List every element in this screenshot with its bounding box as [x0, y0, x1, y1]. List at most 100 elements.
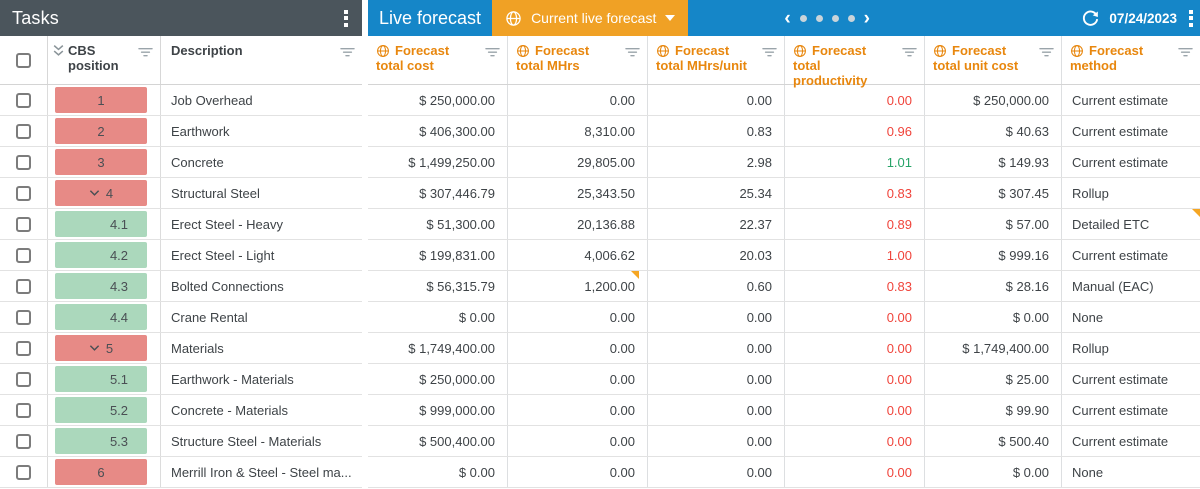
forecast-total-productivity-cell[interactable]: 0.89: [785, 209, 925, 239]
filter-icon[interactable]: [625, 46, 640, 61]
forecast-total-productivity-cell[interactable]: 0.00: [785, 426, 925, 456]
column-header-description[interactable]: Description: [161, 36, 362, 84]
forecast-total-productivity-cell[interactable]: 0.00: [785, 395, 925, 425]
forecast-method-cell[interactable]: Manual (EAC): [1062, 271, 1200, 301]
page-dot[interactable]: [832, 15, 839, 22]
forecast-total-mhrs-unit-cell[interactable]: 0.00: [648, 364, 785, 394]
forecast-total-cost-cell[interactable]: $ 56,315.79: [368, 271, 508, 301]
page-dot[interactable]: [800, 15, 807, 22]
forecast-total-mhrs-unit-cell[interactable]: 0.00: [648, 302, 785, 332]
row-checkbox[interactable]: [16, 341, 31, 356]
forecast-total-unit-cost-cell[interactable]: $ 28.16: [925, 271, 1062, 301]
collapse-all-icon[interactable]: [52, 44, 65, 73]
task-description[interactable]: Crane Rental: [161, 302, 362, 332]
forecast-method-cell[interactable]: Current estimate: [1062, 116, 1200, 146]
forecast-total-productivity-cell[interactable]: 0.00: [785, 302, 925, 332]
task-description[interactable]: Structural Steel: [161, 178, 362, 208]
forecast-total-cost-cell[interactable]: $ 500,400.00: [368, 426, 508, 456]
column-header-forecast-total-unit-cost[interactable]: Forecast total unit cost: [925, 36, 1062, 84]
forecast-total-mhrs-unit-cell[interactable]: 25.34: [648, 178, 785, 208]
filter-icon[interactable]: [762, 46, 777, 61]
row-checkbox[interactable]: [16, 124, 31, 139]
forecast-total-productivity-cell[interactable]: 0.00: [785, 85, 925, 115]
column-header-forecast-method[interactable]: Forecast method: [1062, 36, 1200, 84]
forecast-total-unit-cost-cell[interactable]: $ 25.00: [925, 364, 1062, 394]
forecast-total-mhrs-cell[interactable]: 0.00: [508, 426, 648, 456]
next-page-arrow[interactable]: ›: [864, 9, 870, 28]
forecast-total-mhrs-cell[interactable]: 0.00: [508, 457, 648, 487]
forecast-total-cost-cell[interactable]: $ 0.00: [368, 457, 508, 487]
row-checkbox[interactable]: [16, 93, 31, 108]
task-description[interactable]: Erect Steel - Light: [161, 240, 362, 270]
forecast-total-unit-cost-cell[interactable]: $ 1,749,400.00: [925, 333, 1062, 363]
task-description[interactable]: Job Overhead: [161, 85, 362, 115]
row-checkbox[interactable]: [16, 279, 31, 294]
chevron-down-icon[interactable]: [89, 189, 100, 197]
forecast-total-mhrs-cell[interactable]: 1,200.00: [508, 271, 648, 301]
forecast-total-unit-cost-cell[interactable]: $ 0.00: [925, 302, 1062, 332]
cbs-badge[interactable]: 6: [55, 459, 147, 485]
filter-icon[interactable]: [902, 46, 917, 61]
row-checkbox[interactable]: [16, 155, 31, 170]
page-dot[interactable]: [848, 15, 855, 22]
forecast-total-cost-cell[interactable]: $ 1,749,400.00: [368, 333, 508, 363]
forecast-total-mhrs-unit-cell[interactable]: 0.00: [648, 85, 785, 115]
select-all-checkbox[interactable]: [16, 53, 31, 68]
forecast-total-cost-cell[interactable]: $ 1,499,250.00: [368, 147, 508, 177]
forecast-total-mhrs-unit-cell[interactable]: 0.00: [648, 457, 785, 487]
forecast-method-cell[interactable]: Current estimate: [1062, 85, 1200, 115]
cbs-badge[interactable]: 1: [55, 87, 147, 113]
forecast-total-unit-cost-cell[interactable]: $ 149.93: [925, 147, 1062, 177]
cbs-badge[interactable]: 5.2: [55, 397, 147, 423]
forecast-total-unit-cost-cell[interactable]: $ 307.45: [925, 178, 1062, 208]
task-description[interactable]: Bolted Connections: [161, 271, 362, 301]
forecast-total-mhrs-cell[interactable]: 0.00: [508, 333, 648, 363]
forecast-date[interactable]: 07/24/2023: [1109, 11, 1177, 26]
forecast-method-cell[interactable]: Rollup: [1062, 333, 1200, 363]
forecast-total-unit-cost-cell[interactable]: $ 250,000.00: [925, 85, 1062, 115]
forecast-total-unit-cost-cell[interactable]: $ 0.00: [925, 457, 1062, 487]
forecast-total-cost-cell[interactable]: $ 999,000.00: [368, 395, 508, 425]
task-description[interactable]: Concrete: [161, 147, 362, 177]
forecast-total-mhrs-cell[interactable]: 25,343.50: [508, 178, 648, 208]
forecast-total-cost-cell[interactable]: $ 250,000.00: [368, 85, 508, 115]
task-description[interactable]: Structure Steel - Materials: [161, 426, 362, 456]
forecast-method-cell[interactable]: Current estimate: [1062, 240, 1200, 270]
forecast-total-mhrs-unit-cell[interactable]: 0.00: [648, 426, 785, 456]
cbs-badge[interactable]: 5.1: [55, 366, 147, 392]
task-description[interactable]: Concrete - Materials: [161, 395, 362, 425]
cbs-badge[interactable]: 2: [55, 118, 147, 144]
forecast-total-unit-cost-cell[interactable]: $ 999.16: [925, 240, 1062, 270]
forecast-total-unit-cost-cell[interactable]: $ 99.90: [925, 395, 1062, 425]
cbs-badge[interactable]: 3: [55, 149, 147, 175]
task-description[interactable]: Earthwork: [161, 116, 362, 146]
task-description[interactable]: Merrill Iron & Steel - Steel ma...: [161, 457, 362, 487]
task-description[interactable]: Erect Steel - Heavy: [161, 209, 362, 239]
forecast-total-mhrs-unit-cell[interactable]: 0.60: [648, 271, 785, 301]
forecast-total-cost-cell[interactable]: $ 51,300.00: [368, 209, 508, 239]
cbs-badge[interactable]: 5.3: [55, 428, 147, 454]
row-checkbox[interactable]: [16, 403, 31, 418]
forecast-total-mhrs-cell[interactable]: 29,805.00: [508, 147, 648, 177]
forecast-total-productivity-cell[interactable]: 1.00: [785, 240, 925, 270]
refresh-icon[interactable]: [1082, 10, 1099, 27]
forecast-total-mhrs-cell[interactable]: 20,136.88: [508, 209, 648, 239]
forecast-method-cell[interactable]: Rollup: [1062, 178, 1200, 208]
page-dot[interactable]: [816, 15, 823, 22]
forecast-total-mhrs-cell[interactable]: 0.00: [508, 364, 648, 394]
cbs-badge[interactable]: 4.4: [55, 304, 147, 330]
filter-icon[interactable]: [340, 46, 355, 61]
filter-icon[interactable]: [1178, 46, 1193, 61]
forecast-total-cost-cell[interactable]: $ 199,831.00: [368, 240, 508, 270]
cbs-badge[interactable]: 4: [55, 180, 147, 206]
filter-icon[interactable]: [485, 46, 500, 61]
forecast-selector-button[interactable]: Current live forecast: [492, 0, 688, 36]
kebab-menu-icon[interactable]: [1187, 8, 1195, 29]
cbs-badge[interactable]: 4.2: [55, 242, 147, 268]
task-description[interactable]: Earthwork - Materials: [161, 364, 362, 394]
chevron-down-icon[interactable]: [89, 344, 100, 352]
forecast-total-mhrs-unit-cell[interactable]: 22.37: [648, 209, 785, 239]
forecast-total-mhrs-unit-cell[interactable]: 0.83: [648, 116, 785, 146]
forecast-method-cell[interactable]: None: [1062, 302, 1200, 332]
forecast-total-mhrs-cell[interactable]: 0.00: [508, 395, 648, 425]
